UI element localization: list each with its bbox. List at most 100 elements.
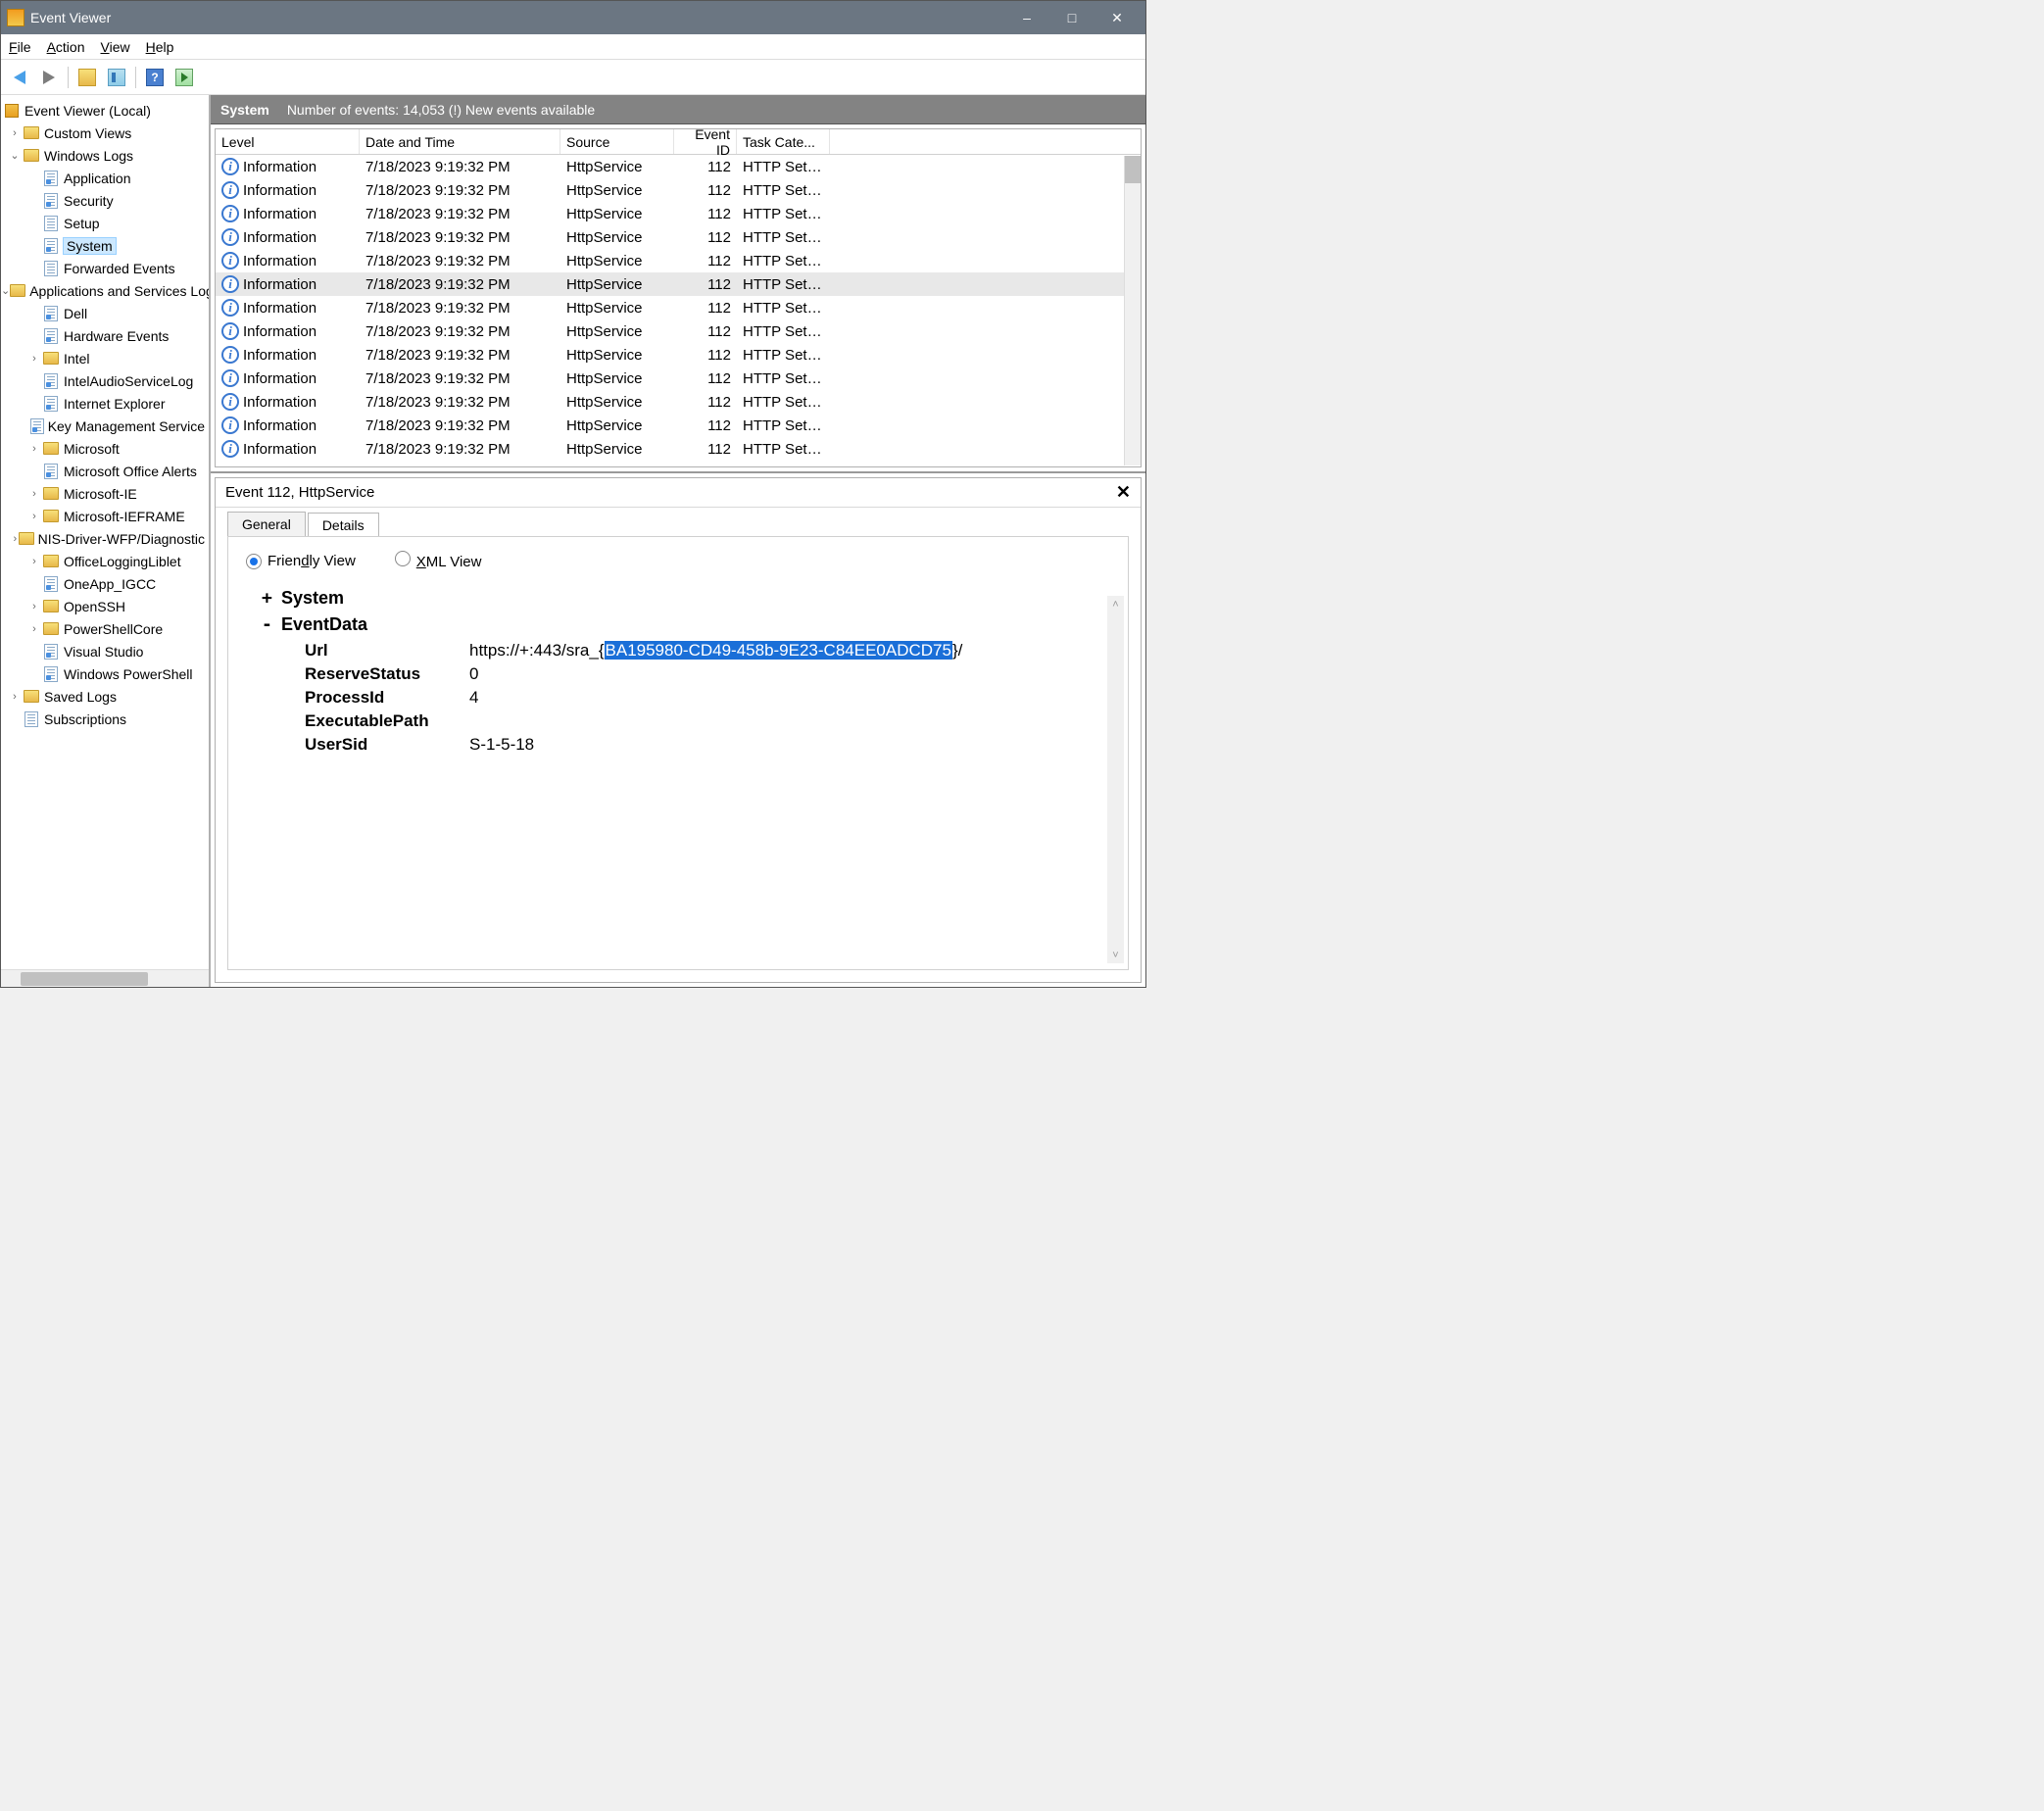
col-date[interactable]: Date and Time xyxy=(360,129,560,154)
detail-eventdata-node[interactable]: -EventData xyxy=(262,614,1110,635)
menu-file[interactable]: File xyxy=(9,39,31,55)
tree-intel[interactable]: ›Intel xyxy=(1,347,209,369)
col-source[interactable]: Source xyxy=(560,129,674,154)
log-icon xyxy=(44,396,58,412)
tree-kms[interactable]: Key Management Service xyxy=(1,415,209,437)
tree-setup[interactable]: Setup xyxy=(1,212,209,234)
log-icon xyxy=(44,171,58,186)
table-row[interactable]: iInformation7/18/2023 9:19:32 PMHttpServ… xyxy=(216,414,1141,437)
tree-msieframe[interactable]: ›Microsoft-IEFRAME xyxy=(1,505,209,527)
eventviewer-icon xyxy=(5,104,19,118)
show-hide-tree-button[interactable] xyxy=(74,65,100,90)
table-row[interactable]: iInformation7/18/2023 9:19:32 PMHttpServ… xyxy=(216,225,1141,249)
expand-icon[interactable]: › xyxy=(26,623,42,635)
menu-view[interactable]: View xyxy=(101,39,130,55)
close-button[interactable]: ✕ xyxy=(1095,1,1140,34)
expand-icon[interactable]: › xyxy=(26,511,42,522)
folder-icon xyxy=(43,510,59,522)
tree-nis[interactable]: ›NIS-Driver-WFP/Diagnostic xyxy=(1,527,209,550)
tree-ms[interactable]: ›Microsoft xyxy=(1,437,209,460)
window-title: Event Viewer xyxy=(30,10,1004,25)
table-row[interactable]: iInformation7/18/2023 9:19:32 PMHttpServ… xyxy=(216,390,1141,414)
table-row[interactable]: iInformation7/18/2023 9:19:32 PMHttpServ… xyxy=(216,437,1141,461)
radio-friendly-view[interactable]: Friendly View xyxy=(246,553,356,569)
tree-openssh[interactable]: ›OpenSSH xyxy=(1,595,209,617)
table-row[interactable]: iInformation7/18/2023 9:19:32 PMHttpServ… xyxy=(216,178,1141,202)
tree-system[interactable]: System xyxy=(1,234,209,257)
table-row[interactable]: iInformation7/18/2023 9:19:32 PMHttpServ… xyxy=(216,296,1141,319)
radio-xml-view[interactable]: XML View xyxy=(395,551,482,570)
tree-oneapp[interactable]: OneApp_IGCC xyxy=(1,572,209,595)
forward-button[interactable] xyxy=(36,65,62,90)
detail-system-node[interactable]: +System xyxy=(262,588,1110,609)
expand-icon[interactable]: › xyxy=(7,691,23,703)
table-row[interactable]: iInformation7/18/2023 9:19:32 PMHttpServ… xyxy=(216,367,1141,390)
selected-text[interactable]: BA195980-CD49-458b-9E23-C84EE0ADCD75 xyxy=(605,641,952,660)
scroll-down-icon[interactable]: ˅ xyxy=(1107,947,1124,963)
help-button[interactable]: ? xyxy=(142,65,168,90)
expand-icon[interactable]: › xyxy=(26,443,42,455)
expand-icon[interactable]: › xyxy=(26,556,42,567)
detail-tabs: General Details xyxy=(216,508,1141,536)
col-eventid[interactable]: Event ID xyxy=(674,129,737,154)
expand-icon[interactable]: › xyxy=(26,488,42,500)
table-row[interactable]: iInformation7/18/2023 9:19:32 PMHttpServ… xyxy=(216,272,1141,296)
tree-root[interactable]: Event Viewer (Local) xyxy=(1,99,209,122)
tree-windows-logs[interactable]: ⌄Windows Logs xyxy=(1,144,209,167)
arrow-left-icon xyxy=(14,71,25,84)
tree-security[interactable]: Security xyxy=(1,189,209,212)
tree-application[interactable]: Application xyxy=(1,167,209,189)
detail-close-button[interactable]: ✕ xyxy=(1116,482,1131,503)
tree-forwarded-events[interactable]: Forwarded Events xyxy=(1,257,209,279)
minimize-button[interactable]: – xyxy=(1004,1,1049,34)
expand-icon[interactable]: › xyxy=(26,353,42,365)
scroll-up-icon[interactable]: ˄ xyxy=(1107,596,1124,612)
table-row[interactable]: iInformation7/18/2023 9:19:32 PMHttpServ… xyxy=(216,249,1141,272)
log-title: System xyxy=(220,102,269,118)
expand-icon[interactable]: › xyxy=(26,601,42,612)
folder-icon xyxy=(24,126,39,139)
back-button[interactable] xyxy=(7,65,32,90)
table-row[interactable]: iInformation7/18/2023 9:19:32 PMHttpServ… xyxy=(216,155,1141,178)
tree-officelog[interactable]: ›OfficeLoggingLiblet xyxy=(1,550,209,572)
toolbar: ? xyxy=(1,60,1145,95)
table-vscrollbar[interactable] xyxy=(1124,156,1141,465)
tab-details[interactable]: Details xyxy=(308,513,379,537)
tree-dell[interactable]: Dell xyxy=(1,302,209,324)
find-button[interactable] xyxy=(171,65,197,90)
tree-apps-services[interactable]: ⌄Applications and Services Logs xyxy=(1,279,209,302)
col-task[interactable]: Task Cate... xyxy=(737,129,830,154)
tree-ie[interactable]: Internet Explorer xyxy=(1,392,209,415)
tree-subscriptions[interactable]: Subscriptions xyxy=(1,708,209,730)
tree-winps[interactable]: Windows PowerShell xyxy=(1,662,209,685)
collapse-icon[interactable]: ⌄ xyxy=(7,149,23,162)
tree-hscrollbar[interactable] xyxy=(1,969,209,987)
table-row[interactable]: iInformation7/18/2023 9:19:32 PMHttpServ… xyxy=(216,343,1141,367)
table-row[interactable]: iInformation7/18/2023 9:19:32 PMHttpServ… xyxy=(216,202,1141,225)
log-icon xyxy=(44,576,58,592)
menu-action[interactable]: Action xyxy=(47,39,85,55)
info-icon: i xyxy=(221,158,239,175)
detail-vscrollbar[interactable]: ˄ ˅ xyxy=(1107,596,1124,963)
expand-icon[interactable]: › xyxy=(12,533,19,545)
tree-hardware-events[interactable]: Hardware Events xyxy=(1,324,209,347)
tree-custom-views[interactable]: ›Custom Views xyxy=(1,122,209,144)
tree[interactable]: Event Viewer (Local) ›Custom Views ⌄Wind… xyxy=(1,95,209,969)
table-row[interactable]: iInformation7/18/2023 9:19:32 PMHttpServ… xyxy=(216,319,1141,343)
info-icon: i xyxy=(221,416,239,434)
tree-vs[interactable]: Visual Studio xyxy=(1,640,209,662)
info-icon: i xyxy=(221,228,239,246)
tree-msie[interactable]: ›Microsoft-IE xyxy=(1,482,209,505)
maximize-button[interactable]: □ xyxy=(1049,1,1095,34)
tree-msoffice[interactable]: Microsoft Office Alerts xyxy=(1,460,209,482)
log-icon xyxy=(44,464,58,479)
col-level[interactable]: Level xyxy=(216,129,360,154)
expand-icon[interactable]: › xyxy=(7,127,23,139)
tree-pscore[interactable]: ›PowerShellCore xyxy=(1,617,209,640)
properties-button[interactable] xyxy=(104,65,129,90)
menu-help[interactable]: Help xyxy=(146,39,174,55)
tree-savedlogs[interactable]: ›Saved Logs xyxy=(1,685,209,708)
tree-intelaudio[interactable]: IntelAudioServiceLog xyxy=(1,369,209,392)
tab-general[interactable]: General xyxy=(227,512,306,536)
collapse-icon[interactable]: ⌄ xyxy=(1,284,10,297)
